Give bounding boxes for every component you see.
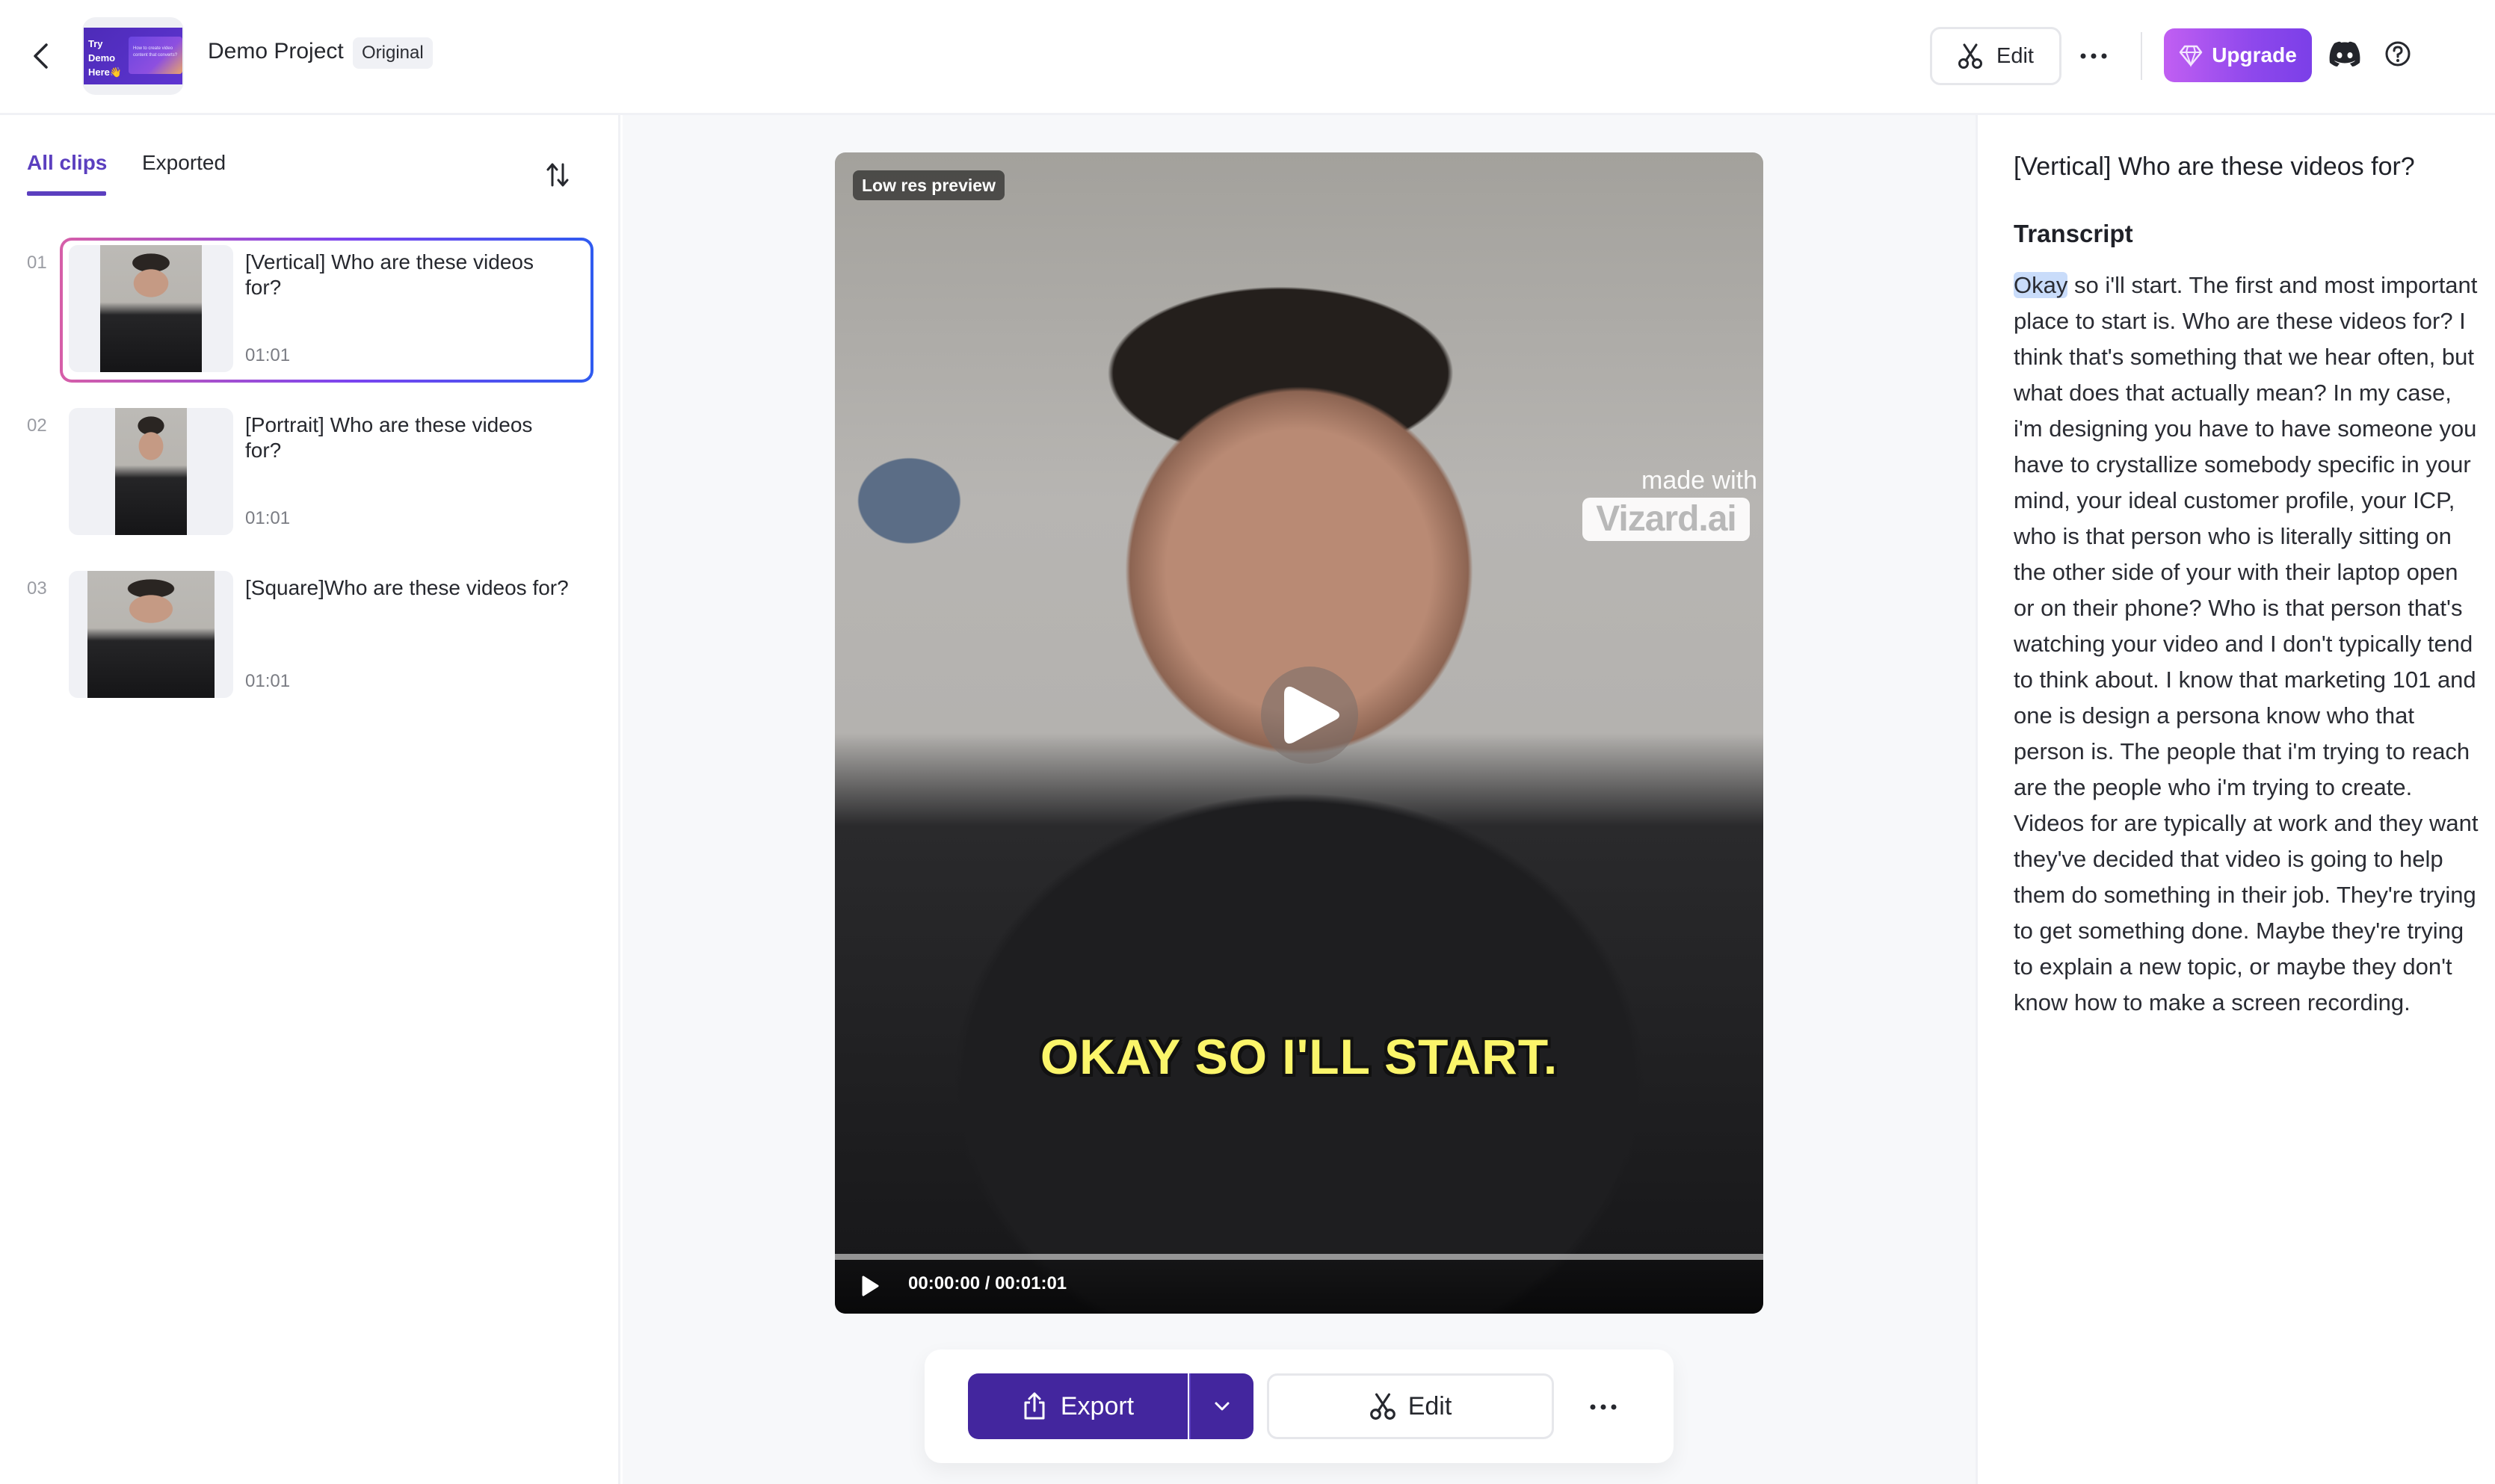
clip-action-bar: Export Edit bbox=[925, 1349, 1674, 1463]
more-options-button[interactable] bbox=[2075, 36, 2112, 76]
clip-item-03[interactable]: 03 [Square]Who are these videos for? 01:… bbox=[0, 568, 620, 710]
project-thumbnail-image: Try Demo Here👋 How to create video conte… bbox=[84, 28, 182, 84]
project-thumbnail[interactable]: Try Demo Here👋 How to create video conte… bbox=[82, 17, 184, 95]
transcript-body: so i'll start. The first and most import… bbox=[2014, 272, 2479, 1015]
clip-title: [Square]Who are these videos for? bbox=[245, 576, 569, 599]
discord-button[interactable] bbox=[2328, 40, 2362, 70]
highlighted-word[interactable]: Okay bbox=[2014, 272, 2068, 298]
transcript-panel: [Vertical] Who are these videos for? Tra… bbox=[1976, 115, 2495, 1484]
sort-arrows-icon bbox=[546, 163, 569, 187]
export-dropdown-button[interactable] bbox=[1189, 1373, 1253, 1439]
clips-panel: All clips Exported 01 [Vertical] Who are… bbox=[0, 115, 620, 1484]
preview-area: Low res preview made with Vizard.ai OKAY… bbox=[623, 115, 1976, 1484]
edit-button[interactable]: Edit bbox=[1930, 27, 2061, 85]
tab-all-clips[interactable]: All clips bbox=[27, 151, 107, 175]
clip-thumbnail bbox=[69, 571, 233, 698]
upgrade-label: Upgrade bbox=[2212, 43, 2297, 67]
scissors-icon bbox=[1958, 43, 1982, 69]
thumb-card-text: How to create video content that convert… bbox=[133, 46, 178, 58]
play-overlay-button[interactable] bbox=[1261, 667, 1358, 764]
sort-button[interactable] bbox=[541, 158, 574, 191]
play-icon bbox=[1284, 686, 1339, 744]
clip-thumbnail-image bbox=[100, 245, 202, 372]
clip-title-heading: [Vertical] Who are these videos for? bbox=[2014, 152, 2415, 181]
chevron-left-icon bbox=[34, 43, 48, 69]
clip-thumbnail bbox=[69, 245, 233, 372]
project-thumbnail-caption: Try Demo Here👋 bbox=[88, 37, 122, 79]
more-horizontal-icon bbox=[2080, 53, 2107, 59]
diamond-icon bbox=[2179, 45, 2203, 67]
clip-title: [Vertical] Who are these videos for? bbox=[245, 250, 534, 299]
clip-thumbnail bbox=[69, 408, 233, 535]
thumb-line: Here👋 bbox=[88, 67, 123, 78]
clip-duration: 01:01 bbox=[245, 508, 291, 528]
watermark-made-with: made with bbox=[1641, 466, 1757, 495]
play-icon bbox=[862, 1276, 879, 1296]
project-thumbnail-card: How to create video content that convert… bbox=[129, 37, 182, 74]
play-button[interactable] bbox=[860, 1275, 880, 1297]
clip-more-button[interactable] bbox=[1581, 1388, 1626, 1426]
chevron-down-icon bbox=[1215, 1402, 1230, 1411]
thumb-line: Demo bbox=[88, 52, 116, 64]
edit-label: Edit bbox=[1407, 1391, 1452, 1420]
clip-thumbnail-image bbox=[115, 408, 187, 535]
clip-title: [Portrait] Who are these videos for? bbox=[245, 413, 533, 462]
video-caption: OKAY SO I'LL START. bbox=[1040, 1029, 1558, 1084]
time-display: 00:00:00 / 00:01:01 bbox=[908, 1273, 1067, 1293]
thumb-line: Try bbox=[88, 38, 103, 49]
help-button[interactable] bbox=[2384, 40, 2414, 70]
edit-clip-button[interactable]: Edit bbox=[1267, 1373, 1554, 1439]
video-player[interactable]: Low res preview made with Vizard.ai OKAY… bbox=[835, 152, 1763, 1314]
video-controls: 00:00:00 / 00:01:01 bbox=[835, 1260, 1763, 1314]
header-divider bbox=[2141, 32, 2142, 80]
export-label: Export bbox=[1060, 1391, 1135, 1420]
transcript-text[interactable]: Okay so i'll start. The first and most i… bbox=[2014, 268, 2485, 1021]
edit-label: Edit bbox=[1996, 43, 2034, 68]
more-horizontal-icon bbox=[1590, 1404, 1617, 1410]
upgrade-button[interactable]: Upgrade bbox=[2164, 28, 2312, 82]
clip-duration: 01:01 bbox=[245, 345, 291, 365]
original-badge: Original bbox=[353, 37, 433, 69]
export-button[interactable]: Export bbox=[968, 1373, 1188, 1439]
active-tab-indicator bbox=[27, 191, 106, 196]
discord-icon bbox=[2329, 41, 2360, 67]
low-res-badge: Low res preview bbox=[853, 170, 1005, 200]
video-scrubber[interactable] bbox=[835, 1254, 1763, 1260]
clip-index: 01 bbox=[27, 253, 47, 273]
share-upload-icon bbox=[1024, 1392, 1045, 1420]
clip-item-02[interactable]: 02 [Portrait] Who are these videos for? … bbox=[0, 405, 620, 547]
clip-item-01[interactable]: 01 [Vertical] Who are these videos for? … bbox=[0, 238, 620, 384]
watermark-brand: Vizard.ai bbox=[1582, 498, 1750, 541]
help-circle-icon bbox=[2385, 41, 2411, 67]
clip-duration: 01:01 bbox=[245, 671, 291, 691]
tab-exported[interactable]: Exported bbox=[142, 151, 226, 175]
clip-index: 02 bbox=[27, 415, 47, 436]
project-title: Demo Project bbox=[208, 39, 344, 64]
transcript-heading: Transcript bbox=[2014, 220, 2133, 247]
clip-index: 03 bbox=[27, 578, 47, 599]
clip-thumbnail-image bbox=[87, 571, 215, 698]
scissors-icon bbox=[1369, 1393, 1395, 1420]
top-bar: Try Demo Here👋 How to create video conte… bbox=[0, 0, 2495, 115]
back-button[interactable] bbox=[25, 37, 55, 75]
